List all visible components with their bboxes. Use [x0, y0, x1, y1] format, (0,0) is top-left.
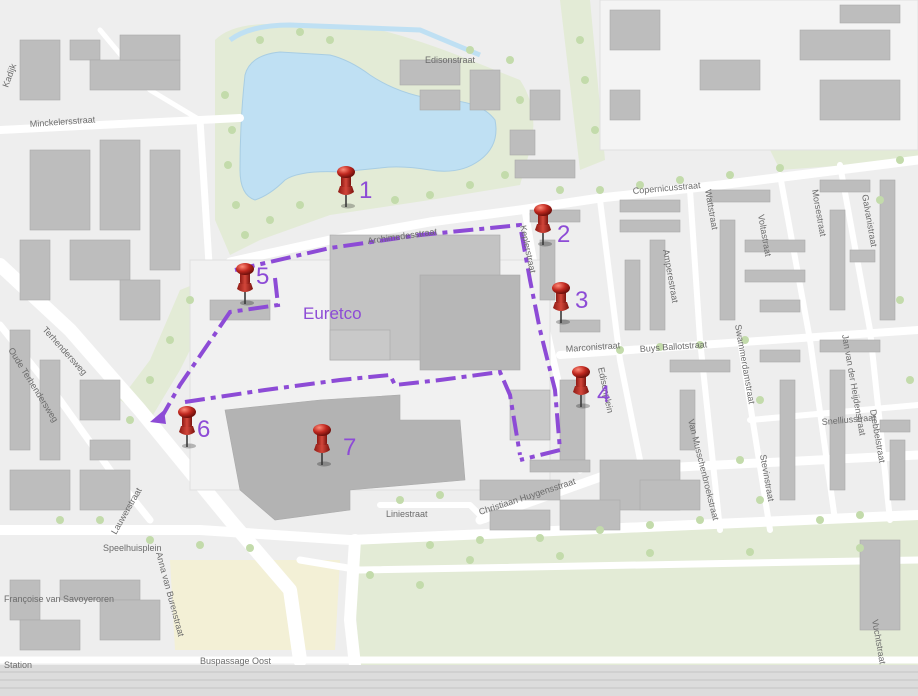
- marker-label-2: 2: [557, 221, 570, 248]
- street-label-liniestraat: Liniestraat: [386, 509, 428, 519]
- marker-label-6: 6: [197, 416, 210, 443]
- street-label-buspassage-oost: Buspassage Oost: [200, 656, 272, 666]
- railway: [0, 665, 918, 696]
- street-label-station: Station: [4, 660, 32, 670]
- street-label-francoise-van-savoyeroren: Françoise van Savoyeroren: [4, 594, 114, 604]
- street-label-edisonstraat: Edisonstraat: [425, 55, 476, 65]
- map-canvas[interactable]: Edisonstraat Minckelersstraat Kadijk Arc…: [0, 0, 918, 696]
- marker-label-7: 7: [343, 434, 356, 461]
- marker-label-4: 4: [597, 381, 610, 408]
- marker-label-5: 5: [256, 263, 269, 290]
- street-label-speelhuisplein: Speelhuisplein: [103, 543, 162, 553]
- area-label-euretco: Euretco: [303, 304, 362, 323]
- marker-label-3: 3: [575, 287, 588, 314]
- marker-label-1: 1: [359, 177, 372, 204]
